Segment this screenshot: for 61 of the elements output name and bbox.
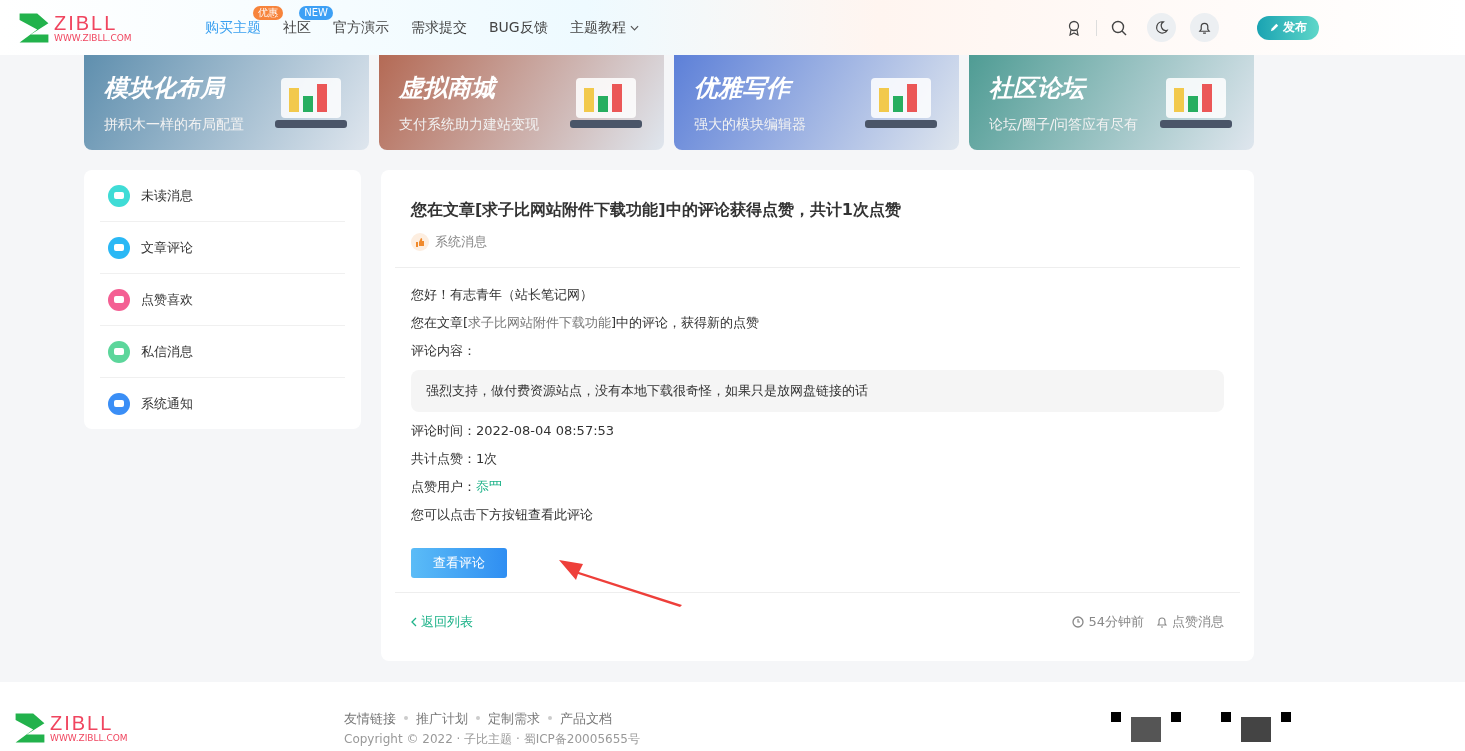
banner-title: 虚拟商城 — [399, 71, 539, 104]
message-line: 您可以点击下方按钮查看此评论 — [411, 506, 594, 524]
notification-button[interactable] — [1190, 13, 1219, 42]
thumbs-up-icon — [411, 233, 429, 251]
message-line: 评论内容： — [411, 342, 477, 360]
sidebar-item[interactable]: 文章评论 — [100, 222, 345, 274]
banner-subtitle: 支付系统助力建站变现 — [399, 115, 539, 134]
banner-subtitle: 论坛/圈子/问答应有尽有 — [989, 115, 1139, 134]
banner-title: 社区论坛 — [989, 72, 1088, 104]
nav-badge: 优惠 — [253, 5, 283, 20]
bell-icon — [1197, 20, 1212, 35]
nav-link[interactable]: BUG反馈 — [489, 18, 548, 37]
banner-card[interactable]: 社区论坛 论坛/圈子/问答应有尽有 — [969, 55, 1254, 150]
banner-title: 模块化布局 — [104, 72, 227, 104]
quoted-comment: 强烈支持，做付费资源站点，没有本地下载很奇怪，如果只是放网盘链接的话 — [411, 370, 1224, 412]
article-link[interactable]: 求子比网站附件下载功能 — [468, 315, 612, 330]
banner-card[interactable]: 模块化布局 拼积木一样的布局配置 — [84, 55, 369, 150]
clock-icon — [1072, 616, 1085, 628]
footer-link[interactable]: 产品文档 — [540, 710, 612, 728]
banner-subtitle: 拼积木一样的布局配置 — [104, 115, 244, 134]
nav-link[interactable]: 官方演示 — [333, 18, 389, 37]
nav-link[interactable]: 需求提交 — [411, 18, 467, 37]
pencil-icon — [1269, 22, 1280, 33]
banner-title: 优雅写作 — [694, 71, 806, 104]
logo-subtext: WWW.ZIBLL.COM — [50, 733, 128, 743]
nav-badge: NEW — [299, 5, 333, 20]
medal-icon[interactable] — [1066, 19, 1082, 36]
message-source: 系统消息 — [435, 233, 487, 251]
banner-card[interactable]: 虚拟商城 支付系统助力建站变现 — [379, 55, 664, 150]
footer-link[interactable]: 友情链接 — [344, 710, 396, 728]
sidebar-item[interactable]: 未读消息 — [100, 170, 345, 222]
nav-link[interactable]: 购买主题 — [205, 18, 261, 37]
nav-link[interactable]: 主题教程 — [569, 18, 626, 37]
bell-icon — [1156, 616, 1168, 628]
message-line: 您在文章[求子比网站附件下载功能]中的评论，获得新的点赞 — [411, 314, 761, 332]
nav-link[interactable]: 社区 — [283, 18, 311, 37]
copyright-text: Copyright © 2022 · 子比主题 · 蜀ICP备20005655号 — [344, 732, 641, 746]
sidebar-item[interactable]: 私信消息 — [100, 326, 345, 378]
sidebar-item[interactable]: 点赞喜欢 — [100, 274, 345, 326]
footer-link[interactable]: 推广计划 — [396, 710, 468, 728]
dark-mode-button[interactable] — [1147, 13, 1176, 42]
message-type: 点赞消息 — [1172, 613, 1224, 631]
banner-card[interactable]: 优雅写作 强大的模块编辑器 — [674, 55, 959, 150]
back-to-list-link[interactable]: 返回列表 — [411, 613, 473, 631]
logo-subtext: WWW.ZIBLL.COM — [54, 32, 132, 43]
chevron-left-icon — [411, 617, 417, 627]
message-line: 点赞用户：忝罒 — [411, 478, 503, 496]
message-line: 评论时间：2022-08-04 08:57:53 — [411, 422, 616, 440]
message-line: 共计点赞：1次 — [411, 450, 499, 468]
user-link[interactable]: 忝罒 — [476, 479, 502, 494]
moon-icon — [1154, 20, 1169, 35]
message-title: 您在文章[求子比网站附件下载功能]中的评论获得点赞，共计1次点赞 — [411, 200, 902, 221]
banner-subtitle: 强大的模块编辑器 — [694, 115, 806, 134]
logo-wordmark: ZIBLL — [54, 12, 119, 33]
message-time: 54分钟前 — [1088, 613, 1144, 631]
footer-link[interactable]: 定制需求 — [468, 710, 540, 728]
search-icon[interactable] — [1111, 19, 1127, 36]
view-comment-button[interactable]: 查看评论 — [411, 548, 507, 578]
sidebar-item[interactable]: 系统通知 — [100, 378, 345, 429]
message-line: 您好！有志青年（站长笔记网） — [411, 286, 594, 304]
logo-wordmark: ZIBLL — [50, 713, 115, 733]
